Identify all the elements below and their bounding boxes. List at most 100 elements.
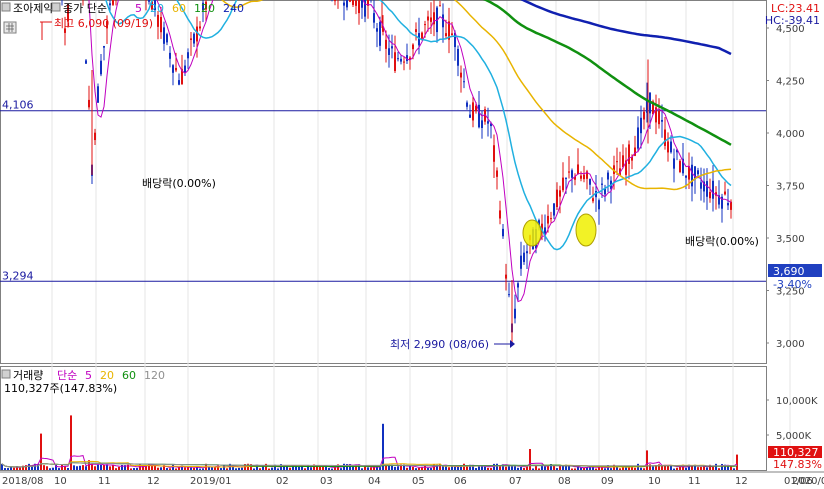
date-tick-label: 07 <box>509 476 522 487</box>
candle-body <box>499 210 501 219</box>
candle-body <box>568 171 570 173</box>
volume-bar <box>76 466 78 470</box>
volume-ma-legend-label[interactable]: 120 <box>144 369 165 382</box>
highlight-marker <box>575 213 597 247</box>
table-toggle-icon[interactable] <box>3 21 17 34</box>
volume-bar <box>715 463 717 470</box>
volume-bar <box>52 467 54 470</box>
candle-body <box>658 110 660 125</box>
volume-current: 110,327주(147.83%) <box>4 382 117 395</box>
volume-bar <box>340 468 342 470</box>
candle-body <box>190 38 192 40</box>
volume-bar <box>322 466 324 470</box>
volume-ma-legend-label[interactable]: 60 <box>122 369 136 382</box>
volume-series-label[interactable]: 단순 <box>57 369 77 382</box>
volume-bar <box>94 466 96 470</box>
date-tick-label: 11 <box>688 476 701 487</box>
candle-body <box>730 201 732 210</box>
ma-legend-label[interactable]: 240 <box>223 2 244 15</box>
volume-bar <box>643 468 645 470</box>
candle-body <box>481 120 483 129</box>
candle-body <box>376 28 378 32</box>
volume-bar <box>718 468 720 470</box>
volume-bar <box>598 467 600 470</box>
price-tick-label: 3,000 <box>776 339 805 350</box>
candle-body <box>565 178 567 180</box>
reference-line-label: 3,294 <box>2 269 34 282</box>
candle-body <box>97 86 99 103</box>
volume-bar <box>604 468 606 470</box>
volume-bar <box>79 465 81 470</box>
volume-bar <box>67 467 69 470</box>
series-label[interactable]: 종가 단순 <box>63 2 107 15</box>
candle-body <box>94 132 96 141</box>
volume-bar <box>454 466 456 470</box>
candle-body <box>358 0 360 14</box>
date-axis: 2018/08 10 11 12 2019/01 02 03 04 05 06 07 08 09 10 11… <box>0 471 824 487</box>
candle-body <box>664 129 666 146</box>
volume-bar <box>241 467 243 470</box>
highlight-marker <box>522 219 542 247</box>
volume-bar <box>85 466 87 470</box>
volume-bar <box>136 468 138 470</box>
ma-legend-label[interactable]: 120 <box>194 2 215 15</box>
volume-bar <box>268 468 270 470</box>
volume-bar <box>193 467 195 470</box>
candle-body <box>100 60 102 75</box>
candle-body <box>700 182 702 189</box>
candle-body <box>361 0 363 8</box>
candle-body <box>580 175 582 179</box>
candle-body <box>187 52 189 59</box>
volume-badge-pct: 147.83% <box>773 458 822 471</box>
ma-legend-label[interactable]: 20 <box>150 2 164 15</box>
volume-ma-legend-label[interactable]: 5 <box>85 369 92 382</box>
price-badge-value: 3,690 <box>773 265 805 278</box>
stock-name[interactable]: 조아제약 <box>13 1 53 15</box>
volume-bar <box>214 467 216 470</box>
candle-body <box>517 283 519 288</box>
candle-body <box>598 200 600 210</box>
volume-bar <box>28 463 30 470</box>
candle-body <box>616 161 618 163</box>
volume-bar <box>520 466 522 470</box>
volume-bar <box>673 468 675 470</box>
candle-body <box>496 170 498 177</box>
volume-bar <box>61 464 63 470</box>
candle-body <box>661 119 663 122</box>
ma-legend-label[interactable]: 5 <box>135 2 142 15</box>
date-tick-label: 06 <box>454 476 467 487</box>
volume-bar <box>328 468 330 470</box>
volume-bar <box>616 466 618 470</box>
candle-body <box>394 52 396 72</box>
volume-bar <box>517 467 519 470</box>
volume-bar <box>667 466 669 470</box>
ma-legend-label[interactable]: 60 <box>172 2 186 15</box>
candle-body <box>160 17 162 33</box>
candle-body <box>163 27 165 44</box>
candle-body <box>199 26 201 29</box>
candle-body <box>640 117 642 134</box>
date-tick-label: 04 <box>368 476 381 487</box>
volume-bar <box>496 463 498 470</box>
date-tick-label: 2019/01 <box>190 476 232 487</box>
price-tick-label: 3,750 <box>776 182 805 193</box>
candle-body <box>169 52 171 59</box>
reference-line-label: 4,106 <box>2 99 34 112</box>
candle-body <box>157 14 159 27</box>
volume-bar <box>190 467 192 470</box>
volume-bar <box>676 467 678 470</box>
candle-body <box>343 2 345 6</box>
date-tick-label: 09 <box>601 476 614 487</box>
candle-body <box>415 29 417 33</box>
candle-body <box>355 0 357 6</box>
volume-bar <box>652 466 654 470</box>
volume-bar <box>562 465 564 470</box>
volume-bar <box>571 468 573 470</box>
volume-title[interactable]: 거래량 <box>13 369 43 382</box>
candle-body <box>628 144 630 164</box>
candle-body <box>556 189 558 207</box>
candle-body <box>385 39 387 49</box>
volume-bar <box>103 464 105 470</box>
volume-bar <box>457 466 459 470</box>
volume-ma-legend-label[interactable]: 20 <box>100 369 114 382</box>
